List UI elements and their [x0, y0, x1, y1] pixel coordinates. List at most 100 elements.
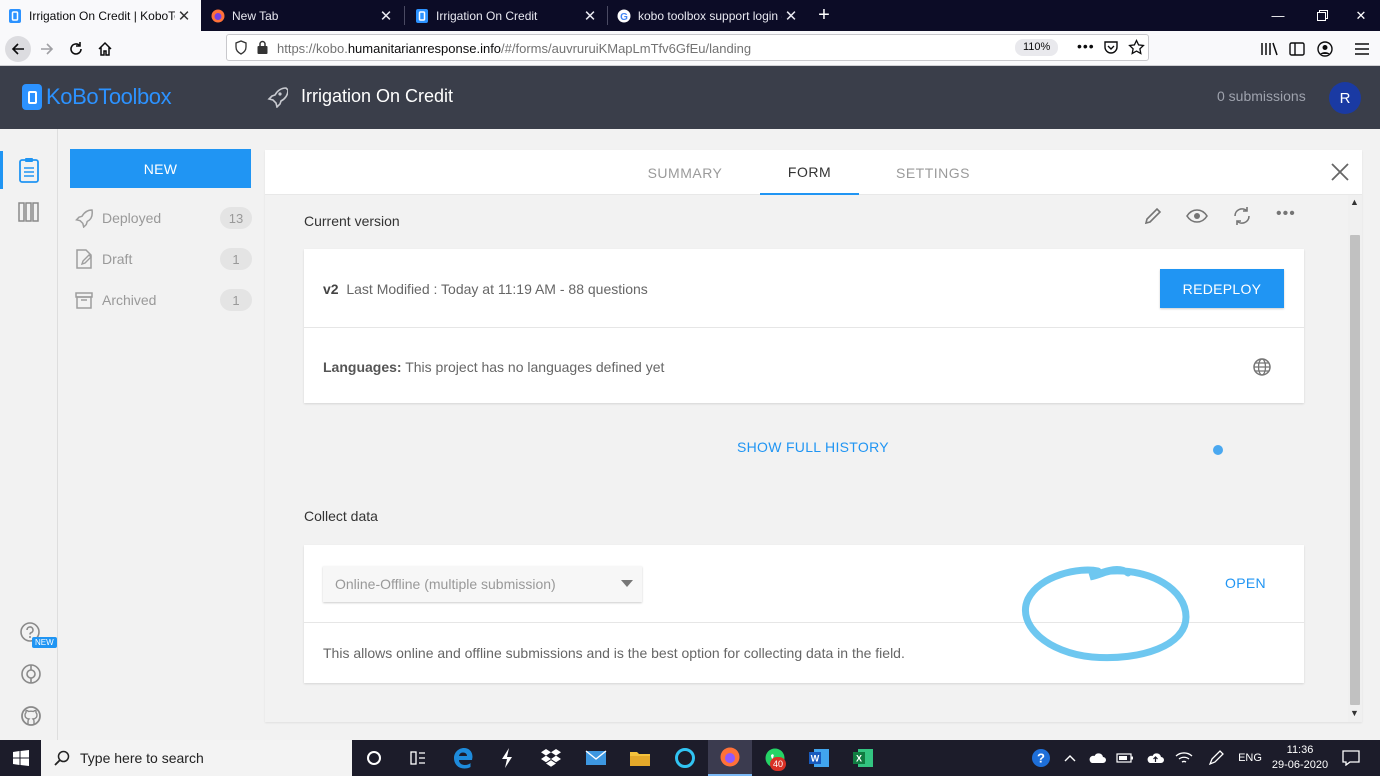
- url-bar[interactable]: https://kobo.humanitarianresponse.info/#…: [226, 34, 1149, 61]
- lock-icon[interactable]: [256, 40, 269, 55]
- clock-time: 11:36: [1286, 744, 1314, 756]
- file-explorer-icon[interactable]: [618, 740, 662, 776]
- scrollbar-thumb[interactable]: [1350, 235, 1360, 705]
- close-tab-icon[interactable]: ✕: [175, 7, 193, 25]
- dropbox-icon[interactable]: [529, 740, 573, 776]
- close-tab-icon[interactable]: ✕: [782, 7, 800, 25]
- kobotoolbox-logo[interactable]: KoBoToolbox: [22, 84, 172, 110]
- page-actions-more-icon[interactable]: •••: [1077, 38, 1095, 54]
- browser-tab-google-search[interactable]: G kobo toolbox support login - Google Se…: [609, 0, 808, 31]
- sidebar-item-label: Draft: [102, 251, 133, 267]
- back-arrow-icon[interactable]: [5, 36, 31, 62]
- pocket-icon[interactable]: [1103, 40, 1119, 55]
- browser-nav-bar: https://kobo.humanitarianresponse.info/#…: [0, 31, 1380, 66]
- taskbar-search-box[interactable]: Type here to search: [41, 740, 352, 776]
- divider: [304, 327, 1304, 328]
- sidebar-toggle-icon[interactable]: [1285, 37, 1309, 61]
- windows-start-icon[interactable]: [0, 740, 41, 776]
- lightning-app-icon[interactable]: [485, 740, 529, 776]
- chevron-up-icon[interactable]: [1060, 740, 1080, 776]
- tab-settings[interactable]: SETTINGS: [878, 150, 988, 195]
- close-tab-icon[interactable]: ✕: [377, 7, 395, 25]
- help-tray-icon[interactable]: ?: [1028, 740, 1054, 776]
- sidebar-item-label: Deployed: [102, 210, 162, 226]
- library-icon[interactable]: [1257, 37, 1281, 61]
- hamburger-menu-icon[interactable]: [1350, 37, 1374, 61]
- zoom-level-badge[interactable]: 110%: [1015, 39, 1059, 56]
- upload-cloud-icon[interactable]: [1142, 740, 1168, 776]
- languages-label: Languages:: [323, 359, 402, 375]
- reload-icon[interactable]: [64, 37, 88, 61]
- battery-icon[interactable]: [1114, 740, 1136, 776]
- wifi-icon[interactable]: [1172, 740, 1196, 776]
- account-icon[interactable]: [1313, 37, 1337, 61]
- new-project-button[interactable]: NEW: [70, 149, 251, 188]
- redeploy-button[interactable]: REDEPLOY: [1160, 269, 1284, 308]
- bookmark-star-icon[interactable]: [1128, 39, 1145, 55]
- notification-count-badge: 40: [770, 757, 786, 771]
- app-header: KoBoToolbox Irrigation On Credit 0 submi…: [0, 66, 1380, 129]
- excel-icon[interactable]: X: [841, 740, 885, 776]
- sidebar-item-archived[interactable]: Archived 1: [74, 288, 252, 312]
- alexa-icon[interactable]: [663, 740, 707, 776]
- preview-eye-icon[interactable]: [1185, 205, 1209, 227]
- home-icon[interactable]: [93, 37, 117, 61]
- support-lifebuoy-icon[interactable]: [20, 663, 42, 685]
- collect-data-title: Collect data: [304, 508, 378, 524]
- edit-pencil-icon[interactable]: [1142, 205, 1164, 227]
- browser-tab-irrigation-kobo[interactable]: Irrigation On Credit | KoboToolbox ✕: [0, 0, 201, 31]
- user-avatar[interactable]: R: [1329, 82, 1361, 114]
- edge-browser-icon[interactable]: [441, 740, 485, 776]
- form-content-area: Current version ••• v2 Last Modified : T…: [265, 195, 1348, 722]
- tab-label: kobo toolbox support login - Google Sear…: [638, 8, 782, 23]
- more-options-icon[interactable]: •••: [1276, 205, 1296, 223]
- browser-tab-new-tab[interactable]: New Tab ✕: [203, 0, 403, 31]
- onedrive-cloud-icon[interactable]: [1086, 740, 1108, 776]
- browser-tab-irrigation[interactable]: Irrigation On Credit ✕: [407, 0, 607, 31]
- show-full-history-link[interactable]: SHOW FULL HISTORY: [737, 439, 889, 455]
- sidebar-item-label: Archived: [102, 292, 157, 308]
- projects-clipboard-icon[interactable]: [18, 157, 40, 183]
- sidebar-item-deployed[interactable]: Deployed 13: [74, 206, 252, 230]
- new-badge: NEW: [32, 637, 57, 648]
- collect-method-select[interactable]: Online-Offline (multiple submission): [323, 566, 642, 602]
- word-icon[interactable]: W: [797, 740, 841, 776]
- close-icon[interactable]: [1330, 162, 1350, 182]
- svg-text:X: X: [856, 754, 862, 764]
- firefox-taskbar-icon[interactable]: [708, 740, 752, 776]
- pen-icon[interactable]: [1204, 740, 1228, 776]
- cortana-icon[interactable]: [352, 740, 396, 776]
- vertical-scrollbar[interactable]: ▲ ▼: [1348, 195, 1362, 722]
- tab-form[interactable]: FORM: [760, 150, 859, 195]
- globe-icon[interactable]: [1252, 357, 1272, 377]
- rocket-icon: [74, 208, 94, 228]
- replace-form-icon[interactable]: [1231, 205, 1253, 227]
- scroll-up-arrow-icon[interactable]: ▲: [1350, 197, 1359, 207]
- tab-summary[interactable]: SUMMARY: [630, 150, 740, 195]
- language-indicator[interactable]: ENG: [1236, 740, 1264, 776]
- url-text[interactable]: https://kobo.humanitarianresponse.info/#…: [277, 41, 751, 56]
- notification-center-icon[interactable]: [1336, 740, 1366, 776]
- shield-icon[interactable]: [234, 40, 248, 55]
- system-clock[interactable]: 11:36 29-06-2020: [1270, 743, 1330, 773]
- open-link[interactable]: OPEN: [1225, 575, 1266, 591]
- url-domain: humanitarianresponse.info: [347, 41, 502, 56]
- library-books-icon[interactable]: [18, 201, 40, 223]
- projects-sidebar: NEW Deployed 13 Draft 1 Archived 1: [58, 129, 264, 740]
- new-tab-plus-icon[interactable]: +: [812, 4, 836, 26]
- sidebar-item-draft[interactable]: Draft 1: [74, 247, 252, 271]
- cursor-dot: [1213, 445, 1223, 455]
- windows-taskbar: Type here to search 40 W X ? ENG 11:36 2…: [0, 740, 1380, 776]
- minimize-window-icon[interactable]: —: [1255, 0, 1301, 31]
- close-window-icon[interactable]: ✕: [1338, 0, 1380, 31]
- tab-label: Irrigation On Credit: [436, 8, 538, 23]
- github-icon[interactable]: [20, 705, 42, 727]
- search-placeholder: Type here to search: [80, 750, 204, 766]
- scroll-down-arrow-icon[interactable]: ▼: [1350, 708, 1359, 718]
- task-view-icon[interactable]: [396, 740, 440, 776]
- close-tab-icon[interactable]: ✕: [581, 7, 599, 25]
- url-prefix: https://kobo.: [277, 41, 348, 56]
- version-card: v2 Last Modified : Today at 11:19 AM - 8…: [304, 249, 1304, 403]
- mail-icon[interactable]: [574, 740, 618, 776]
- forward-arrow-icon[interactable]: [35, 37, 59, 61]
